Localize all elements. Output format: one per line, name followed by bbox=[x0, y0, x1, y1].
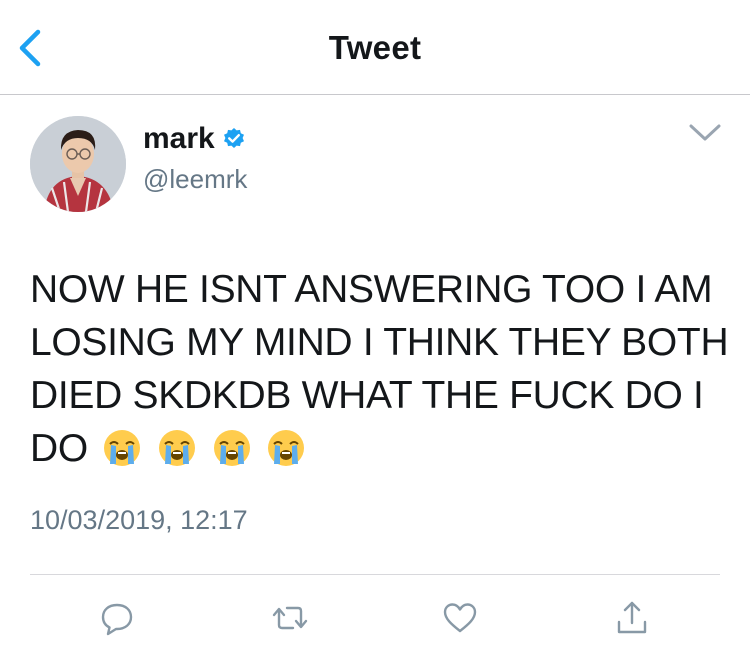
reply-icon bbox=[101, 603, 133, 636]
loudly-crying-face-icon bbox=[102, 428, 142, 468]
retweet-button[interactable] bbox=[268, 596, 312, 640]
top-bar: Tweet bbox=[0, 0, 750, 95]
loudly-crying-face-icon bbox=[212, 428, 252, 468]
divider bbox=[30, 574, 720, 575]
author-name[interactable]: mark bbox=[143, 122, 215, 156]
loudly-crying-face-icon bbox=[266, 428, 306, 468]
more-options-button[interactable] bbox=[688, 122, 722, 144]
tweet-body: NOW HE ISNT ANSWERING TOO I AM LOSING MY… bbox=[30, 263, 730, 475]
like-button[interactable] bbox=[438, 596, 482, 640]
loudly-crying-face-icon bbox=[157, 428, 197, 468]
author-handle[interactable]: @leemrk bbox=[143, 164, 247, 195]
verified-badge-icon bbox=[222, 127, 246, 151]
tweet-timestamp: 10/03/2019, 12:17 bbox=[30, 505, 248, 535]
page-title: Tweet bbox=[328, 29, 422, 66]
share-icon bbox=[617, 601, 647, 634]
retweet-icon bbox=[272, 606, 308, 630]
share-button[interactable] bbox=[610, 596, 654, 640]
reply-button[interactable] bbox=[95, 596, 139, 640]
chevron-down-icon bbox=[689, 124, 721, 141]
heart-icon bbox=[443, 603, 477, 633]
author-name-row[interactable]: mark bbox=[143, 122, 246, 156]
avatar[interactable] bbox=[30, 116, 126, 212]
action-bar bbox=[0, 596, 750, 646]
